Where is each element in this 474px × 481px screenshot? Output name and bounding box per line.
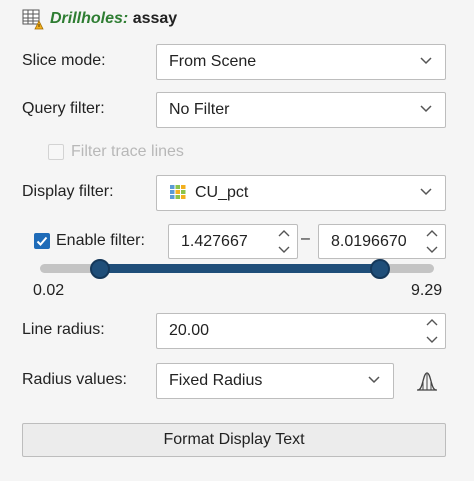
filter-min-input[interactable]: 1.427667 [168, 224, 298, 259]
chevron-down-icon [367, 372, 381, 386]
range-slider-high-handle[interactable] [369, 259, 390, 279]
query-filter-label: Query filter: [22, 100, 105, 117]
checkmark-icon [36, 236, 48, 246]
range-slider-selection [100, 264, 380, 273]
query-filter-dropdown[interactable]: No Filter [156, 92, 446, 128]
chevron-down-icon [419, 184, 433, 198]
line-radius-input[interactable]: 20.00 [156, 313, 446, 349]
line-radius-label: Line radius: [22, 321, 105, 338]
column-table-icon [169, 184, 187, 202]
slice-mode-value: From Scene [169, 53, 257, 70]
chevron-up-icon[interactable] [425, 228, 439, 238]
enable-filter-checkbox[interactable] [34, 233, 50, 249]
spinner-arrows[interactable] [425, 228, 439, 255]
slice-mode-label: Slice mode: [22, 52, 106, 69]
chevron-up-icon[interactable] [277, 228, 291, 238]
radius-values-value: Fixed Radius [169, 372, 263, 389]
filter-trace-lines-checkbox[interactable] [48, 144, 64, 160]
line-radius-value: 20.00 [169, 322, 210, 339]
range-slider-low-handle[interactable] [90, 259, 111, 279]
query-filter-value: No Filter [169, 101, 230, 118]
filter-trace-lines-label: Filter trace lines [71, 143, 184, 160]
slice-mode-dropdown[interactable]: From Scene [156, 44, 446, 80]
format-display-text-button[interactable]: Format Display Text [22, 423, 446, 457]
range-max-label: 9.29 [411, 282, 443, 299]
chevron-down-icon [419, 101, 433, 115]
chevron-down-icon[interactable] [425, 245, 439, 255]
chevron-down-icon[interactable] [277, 245, 291, 255]
drillhole-table-icon [22, 8, 44, 30]
spinner-arrows[interactable] [277, 228, 291, 255]
display-filter-label: Display filter: [22, 183, 114, 200]
title-object-name: assay [132, 10, 178, 27]
display-filter-dropdown[interactable]: CU_pct [156, 175, 446, 211]
title-object-type: Drillholes: [50, 10, 129, 27]
filter-min-value: 1.427667 [181, 232, 248, 250]
display-filter-value: CU_pct [195, 184, 249, 201]
range-min-label: 0.02 [33, 282, 65, 299]
filter-max-input[interactable]: 8.0196670 [318, 224, 446, 259]
properties-panel: Drillholes: assay Slice mode: From Scene… [0, 0, 474, 481]
chevron-up-icon[interactable] [425, 317, 439, 327]
enable-filter-label: Enable filter: [56, 232, 145, 249]
filter-max-value: 8.0196670 [331, 232, 407, 250]
chevron-down-icon [419, 53, 433, 67]
radius-values-label: Radius values: [22, 371, 127, 388]
panel-header: Drillholes: assay [22, 8, 177, 30]
range-separator: – [301, 230, 310, 247]
chevron-down-icon[interactable] [425, 335, 439, 345]
panel-title: Drillholes: assay [50, 10, 177, 28]
radius-values-dropdown[interactable]: Fixed Radius [156, 363, 394, 399]
distribution-icon[interactable] [414, 368, 440, 394]
spinner-arrows[interactable] [425, 317, 439, 345]
